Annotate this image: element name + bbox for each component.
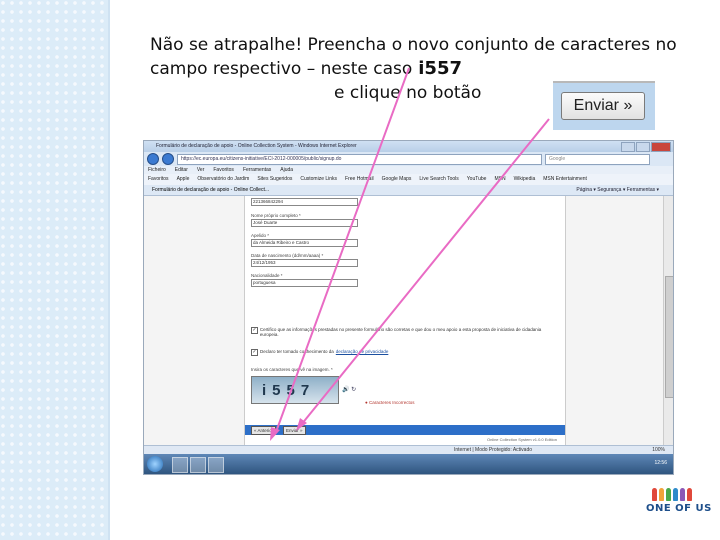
instruction-line-1: Não se atrapalhe! Preencha o novo conjun… (150, 35, 677, 55)
windows-taskbar: 12:56 (144, 454, 673, 474)
privacy-text: Declaro ter tomado conhecimento da (260, 349, 334, 354)
favorites-button[interactable]: Favoritos (148, 174, 169, 185)
enviar-button-callout: Enviar » (553, 81, 655, 130)
start-button[interactable] (147, 456, 163, 472)
window-controls (621, 142, 671, 152)
form-footer: Online Collection System v1.0.0 Edition (486, 437, 557, 442)
first-name-label: Nome próprio completo * (251, 213, 301, 218)
browser-title: Formulário de declaração de apoio - Onli… (156, 143, 357, 149)
favorite-link[interactable]: Wikipedia (514, 174, 536, 185)
privacy-checkbox-row: ✓ Declaro ter tomado conhecimento da dec… (251, 349, 388, 356)
id-number-field[interactable]: 221366842294 (251, 198, 358, 206)
logo-figures-icon (652, 488, 692, 501)
menu-item-file[interactable]: Ficheiro (148, 166, 166, 174)
favorite-link[interactable]: Observatório do Jardim (197, 174, 249, 185)
favorite-link[interactable]: Free Hotmail (345, 174, 374, 185)
tab-form[interactable]: Formulário de declaração de apoio - Onli… (152, 187, 269, 193)
menu-item-edit[interactable]: Editar (175, 166, 188, 174)
favorite-link[interactable]: Google Maps (382, 174, 412, 185)
surname-label: Apelido * (251, 233, 270, 238)
one-of-us-logo: ONE OF US (646, 503, 712, 514)
nationality-field[interactable]: portuguesa (251, 279, 358, 287)
nationality-label: Nacionalidade * (251, 273, 283, 278)
captcha-image: i557 (251, 376, 339, 404)
favorites-bar: Favoritos Apple Observatório do Jardim S… (144, 174, 673, 185)
favorite-link[interactable]: MSN Entertainment (543, 174, 587, 185)
taskbar-folder-icon[interactable] (190, 457, 206, 473)
first-name-field[interactable]: José Duarte (251, 219, 358, 227)
scrollbar-thumb[interactable] (665, 276, 673, 398)
submit-button[interactable]: Enviar » (283, 426, 306, 435)
favorite-link[interactable]: Live Search Tools (419, 174, 458, 185)
previous-button[interactable]: « Anterior (251, 426, 277, 435)
certify-checkbox[interactable]: ✓ (251, 327, 258, 334)
instruction-line-2: campo respectivo – neste caso i557 (150, 57, 677, 81)
taskbar-ie-icon[interactable] (172, 457, 188, 473)
captcha-audio-refresh-icons[interactable]: 🔊 ↻ (342, 386, 356, 393)
forward-arrow-icon[interactable] (162, 153, 174, 165)
maximize-button[interactable] (636, 142, 650, 152)
back-arrow-icon[interactable] (147, 153, 159, 165)
favorite-link[interactable]: YouTube (467, 174, 487, 185)
certify-text: Certifico que as informações prestadas n… (259, 327, 542, 337)
certify-checkbox-row: ✓ Certifico que as informações prestadas… (251, 327, 551, 337)
menu-bar: Ficheiro Editar Ver Favoritos Ferramenta… (144, 166, 673, 174)
form-button-bar: « Anterior Enviar » (245, 425, 565, 435)
favorite-link[interactable]: Sites Sugeridos (257, 174, 292, 185)
taskbar-clock: 12:56 (654, 460, 667, 466)
favorite-link[interactable]: MSN (494, 174, 505, 185)
captcha-code-highlight: i557 (418, 58, 462, 79)
menu-item-help[interactable]: Ajuda (280, 166, 293, 174)
menu-item-tools[interactable]: Ferramentas (243, 166, 271, 174)
captcha-error: ● Caracteres Incorrectos (365, 400, 415, 405)
taskbar-media-icon[interactable] (208, 457, 224, 473)
birth-date-field[interactable]: 24/12/1953 (251, 259, 358, 267)
captcha-prompt: Insira os caracteres que vê na imagem. * (251, 367, 333, 372)
search-input[interactable]: Google (545, 153, 650, 165)
tab-bar: Formulário de declaração de apoio - Onli… (144, 185, 673, 196)
birth-date-label: Data de nascimento (dd/mm/aaaa) * (251, 253, 324, 258)
enviar-button[interactable]: Enviar » (561, 92, 645, 120)
instruction-text: Não se atrapalhe! Preencha o novo conjun… (150, 33, 677, 103)
minimize-button[interactable] (621, 142, 635, 152)
page-content: 221366842294 Nome próprio completo * Jos… (144, 196, 663, 445)
close-button[interactable] (651, 142, 671, 152)
menu-item-view[interactable]: Ver (197, 166, 205, 174)
vertical-scrollbar[interactable] (663, 196, 673, 445)
decorative-side-strip (0, 0, 110, 540)
instruction-line-2-text: campo respectivo – neste caso (150, 59, 413, 79)
browser-title-bar: Formulário de declaração de apoio - Onli… (144, 141, 673, 152)
favorite-link[interactable]: Apple (177, 174, 190, 185)
browser-screenshot: Formulário de declaração de apoio - Onli… (143, 140, 674, 475)
captcha-error-text: Caracteres Incorrectos (368, 400, 415, 405)
favorite-link[interactable]: Customize Links (300, 174, 337, 185)
address-row: https://ec.europa.eu/citizens-initiative… (144, 152, 673, 166)
privacy-checkbox[interactable]: ✓ (251, 349, 258, 356)
instruction-line-3: e clique no botão (334, 83, 482, 103)
command-bar[interactable]: Página ▾ Segurança ▾ Ferramentas ▾ (576, 185, 659, 195)
signup-form: 221366842294 Nome próprio completo * Jos… (244, 196, 566, 445)
surname-field[interactable]: da Almeida Ribeiro e Castro (251, 239, 358, 247)
address-bar[interactable]: https://ec.europa.eu/citizens-initiative… (177, 153, 542, 165)
privacy-link[interactable]: declaração de privacidade (336, 349, 389, 356)
menu-item-favorites[interactable]: Favoritos (213, 166, 234, 174)
